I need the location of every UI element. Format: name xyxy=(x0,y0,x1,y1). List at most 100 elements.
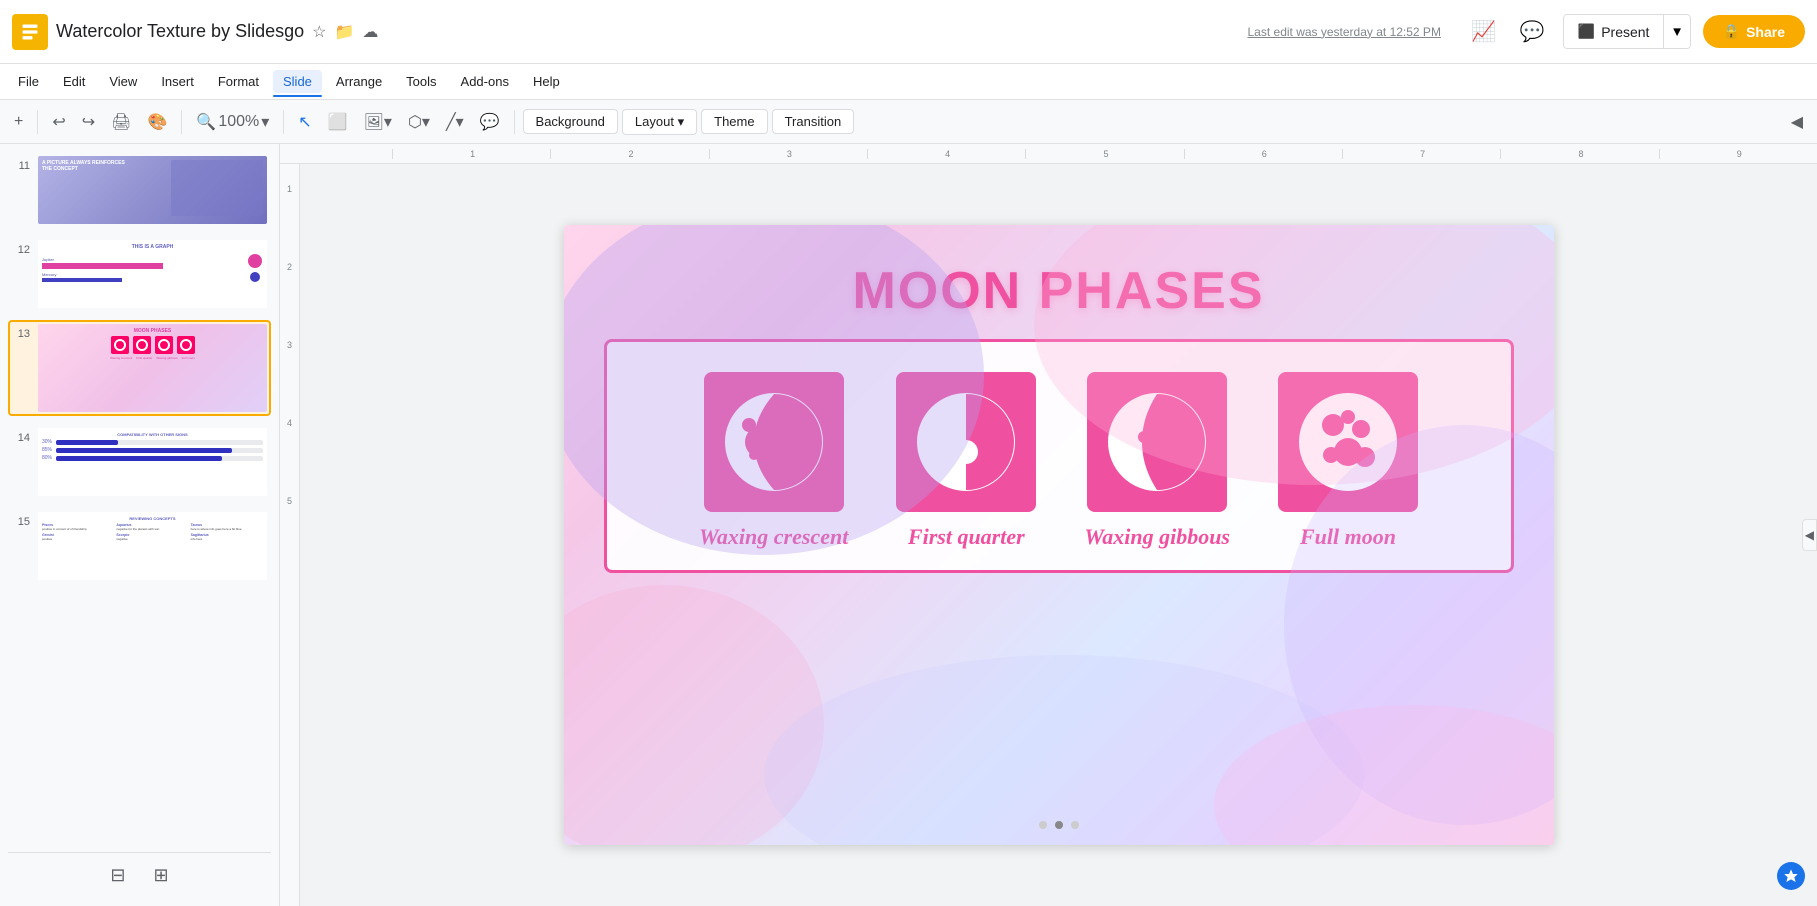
ruler-v-1: 1 xyxy=(280,184,299,194)
slide-11-text: A PICTURE ALWAYS REINFORCES THE CONCEPT xyxy=(42,160,130,172)
slide-thumbnail-12[interactable]: 12 THIS IS A GRAPH Jupiter Mercury xyxy=(8,236,271,312)
theme-button[interactable]: Theme xyxy=(701,109,767,134)
slide-thumbnail-15[interactable]: 15 REVIEWING CONCEPTS Pisces positive in… xyxy=(8,508,271,584)
toolbar: + ↩ ↪ 🖨 🎨 🔍 100% ▾ ↖ ⬜ 🖼▾ ⬡▾ ╱▾ 💬 Backgr… xyxy=(0,100,1817,144)
thumb-moon-3 xyxy=(155,336,173,354)
menu-arrange[interactable]: Arrange xyxy=(326,70,392,93)
background-button[interactable]: Background xyxy=(523,109,618,134)
zoom-dropdown-icon: ▾ xyxy=(261,112,269,132)
moon-phases-box: Waxing crescent xyxy=(604,339,1514,573)
share-button[interactable]: 🔒 Share xyxy=(1703,15,1805,48)
first-quarter-label: First quarter xyxy=(908,524,1025,550)
slide-thumbnail-13[interactable]: 13 MOON PHASES Waxing crescent First qua… xyxy=(8,320,271,416)
ruler-tick-2: 2 xyxy=(550,149,708,159)
present-button[interactable]: ⬛ Present xyxy=(1563,14,1665,49)
nav-dot-3[interactable] xyxy=(1071,821,1079,829)
waxing-gibbous-icon xyxy=(1087,372,1227,512)
menu-tools[interactable]: Tools xyxy=(396,70,446,93)
menu-file[interactable]: File xyxy=(8,70,49,93)
line-button[interactable]: ╱▾ xyxy=(440,108,470,136)
slide-15-grid: Pisces positive in concert of of friends… xyxy=(42,523,263,541)
grid-view-button[interactable]: ⊞ xyxy=(148,861,175,890)
ai-assistant-button[interactable] xyxy=(1777,862,1805,890)
nav-dot-1[interactable] xyxy=(1039,821,1047,829)
slide-15-title: REVIEWING CONCEPTS xyxy=(42,516,263,521)
slide-13-title: MOON PHASES xyxy=(42,328,263,334)
title-area: Watercolor Texture by Slidesgo ☆ 📁 ☁ xyxy=(56,21,1240,42)
ruler-v-3: 3 xyxy=(280,340,299,350)
toolbar-separator-4 xyxy=(514,110,515,134)
app-logo xyxy=(12,14,48,50)
slide-canvas[interactable]: MOON PHASES xyxy=(300,164,1817,906)
nav-dot-2[interactable] xyxy=(1055,821,1063,829)
star-icon[interactable]: ☆ xyxy=(312,22,326,42)
ruler-horizontal: 1 2 3 4 5 6 7 8 9 xyxy=(280,144,1817,164)
slide-thumbnail-11[interactable]: 11 A PICTURE ALWAYS REINFORCES THE CONCE… xyxy=(8,152,271,228)
select-tool-button[interactable]: ↖ xyxy=(292,108,317,136)
ruler-tick-8: 8 xyxy=(1500,149,1658,159)
menu-bar: File Edit View Insert Format Slide Arran… xyxy=(0,64,1817,100)
ruler-tick-3: 3 xyxy=(709,149,867,159)
redo-button[interactable]: ↪ xyxy=(76,108,101,136)
add-slide-button[interactable]: + xyxy=(8,109,29,135)
waxing-gibbous-label: Waxing gibbous xyxy=(1084,524,1230,550)
menu-addons[interactable]: Add-ons xyxy=(451,70,519,93)
shapes-button[interactable]: ⬡▾ xyxy=(402,108,436,136)
text-box-button[interactable]: ⬜ xyxy=(322,108,354,136)
slide-14-row-2: 85% xyxy=(42,447,263,453)
menu-help[interactable]: Help xyxy=(523,70,570,93)
ruler-tick-7: 7 xyxy=(1342,149,1500,159)
thumb-moon-4 xyxy=(177,336,195,354)
slide-14-title: COMPATIBILITY WITH OTHER SIGNS xyxy=(42,432,263,437)
ruler-tick-6: 6 xyxy=(1184,149,1342,159)
lock-icon: 🔒 xyxy=(1723,23,1740,40)
canvas-area: 1 2 3 4 5 6 7 8 9 1 2 3 4 5 xyxy=(280,144,1817,906)
image-button[interactable]: 🖼▾ xyxy=(358,108,398,136)
slide-navigation-dots xyxy=(564,813,1554,837)
comment-button[interactable]: 💬 xyxy=(474,108,506,136)
toolbar-separator-3 xyxy=(283,110,284,134)
menu-slide[interactable]: Slide xyxy=(273,70,322,93)
thumb-moon-1 xyxy=(111,336,129,354)
filmstrip-view-button[interactable]: ⊟ xyxy=(104,861,131,890)
slide-12-title: THIS IS A GRAPH xyxy=(42,244,263,250)
zoom-icon: 🔍 xyxy=(196,112,216,132)
ruler-tick-9: 9 xyxy=(1659,149,1817,159)
analytics-icon[interactable]: 📈 xyxy=(1465,13,1502,50)
moon-phase-first-quarter: First quarter xyxy=(896,372,1036,550)
ruler-ticks-horizontal: 1 2 3 4 5 6 7 8 9 xyxy=(312,149,1817,159)
present-button-group: ⬛ Present ▼ xyxy=(1563,14,1691,49)
cloud-icon[interactable]: ☁ xyxy=(362,22,378,42)
document-title[interactable]: Watercolor Texture by Slidesgo xyxy=(56,21,304,42)
menu-edit[interactable]: Edit xyxy=(53,70,95,93)
view-controls: ⊟ ⊞ xyxy=(8,852,271,898)
collapse-panel-right-button[interactable]: ◀ xyxy=(1802,519,1817,551)
present-label: Present xyxy=(1601,24,1649,40)
menu-format[interactable]: Format xyxy=(208,70,269,93)
collapse-panel-button[interactable]: ◀ xyxy=(1785,108,1809,136)
paint-format-button[interactable]: 🎨 xyxy=(141,108,173,136)
waxing-crescent-label: Waxing crescent xyxy=(699,524,848,550)
present-dropdown-button[interactable]: ▼ xyxy=(1664,14,1690,49)
share-label: Share xyxy=(1746,24,1785,40)
transition-button[interactable]: Transition xyxy=(772,109,855,134)
comments-icon[interactable]: 💬 xyxy=(1514,13,1551,50)
full-moon-label: Full moon xyxy=(1300,524,1396,550)
undo-button[interactable]: ↩ xyxy=(46,108,71,136)
menu-insert[interactable]: Insert xyxy=(151,70,204,93)
slide-content[interactable]: MOON PHASES xyxy=(564,225,1554,845)
slide-13-labels: Waxing crescent First quarter Waxing gib… xyxy=(42,356,263,360)
slide-thumbnail-14[interactable]: 14 COMPATIBILITY WITH OTHER SIGNS 30% 85… xyxy=(8,424,271,500)
moon-phase-waxing-crescent: Waxing crescent xyxy=(699,372,848,550)
ruler-v-2: 2 xyxy=(280,262,299,272)
slide-preview-13: MOON PHASES Waxing crescent First quarte… xyxy=(38,324,267,412)
toolbar-separator-1 xyxy=(37,110,38,134)
menu-view[interactable]: View xyxy=(99,70,147,93)
layout-button[interactable]: Layout ▾ xyxy=(622,109,697,135)
ruler-tick-5: 5 xyxy=(1025,149,1183,159)
layout-label: Layout xyxy=(635,114,674,129)
print-button[interactable]: 🖨 xyxy=(105,108,137,136)
folder-icon[interactable]: 📁 xyxy=(334,22,354,42)
slide-preview-12: THIS IS A GRAPH Jupiter Mercury xyxy=(38,240,267,308)
zoom-button[interactable]: 🔍 100% ▾ xyxy=(190,108,275,136)
